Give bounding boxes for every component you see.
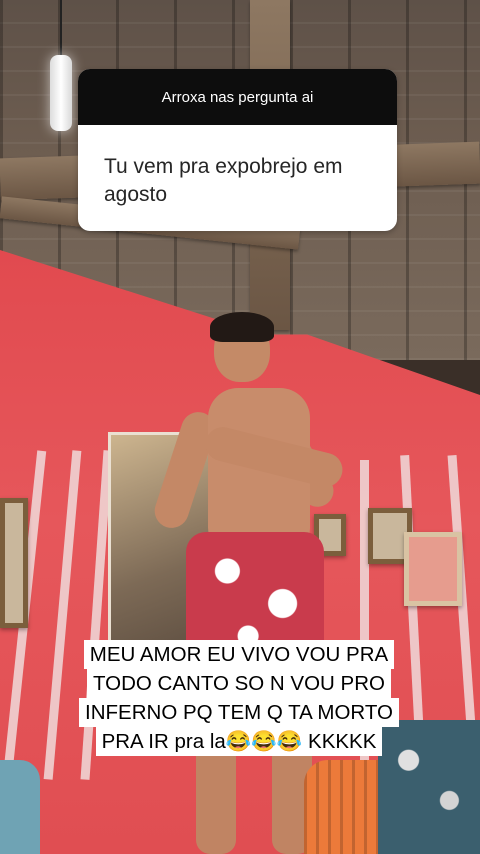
wall-picture-frame	[404, 532, 462, 606]
question-sticker-header: Arroxa nas pergunta ai	[78, 69, 397, 125]
caption-line: INFERNO PQ TEM Q TA MORTO	[79, 698, 399, 727]
lamp-cord	[60, 0, 62, 56]
wall-picture-frame	[0, 498, 28, 628]
caption-line: TODO CANTO SO N VOU PRO	[87, 669, 391, 698]
question-prompt: Arroxa nas pergunta ai	[161, 88, 314, 106]
caption-line: MEU AMOR EU VIVO VOU PRA	[83, 640, 395, 669]
light-bulb	[50, 55, 72, 131]
hair	[210, 312, 274, 342]
question-sticker[interactable]: Arroxa nas pergunta ai Tu vem pra expobr…	[78, 69, 397, 231]
blue-cushion	[0, 760, 40, 854]
question-sticker-body: Tu vem pra expobrejo em agosto	[78, 125, 397, 209]
story-caption: MEU AMOR EU VIVO VOU PRA TODO CANTO SO N…	[24, 640, 454, 756]
caption-line: PRA IR pra la😂😂😂 KKKKK	[95, 727, 383, 756]
question-text: Tu vem pra expobrejo em agosto	[104, 155, 343, 206]
